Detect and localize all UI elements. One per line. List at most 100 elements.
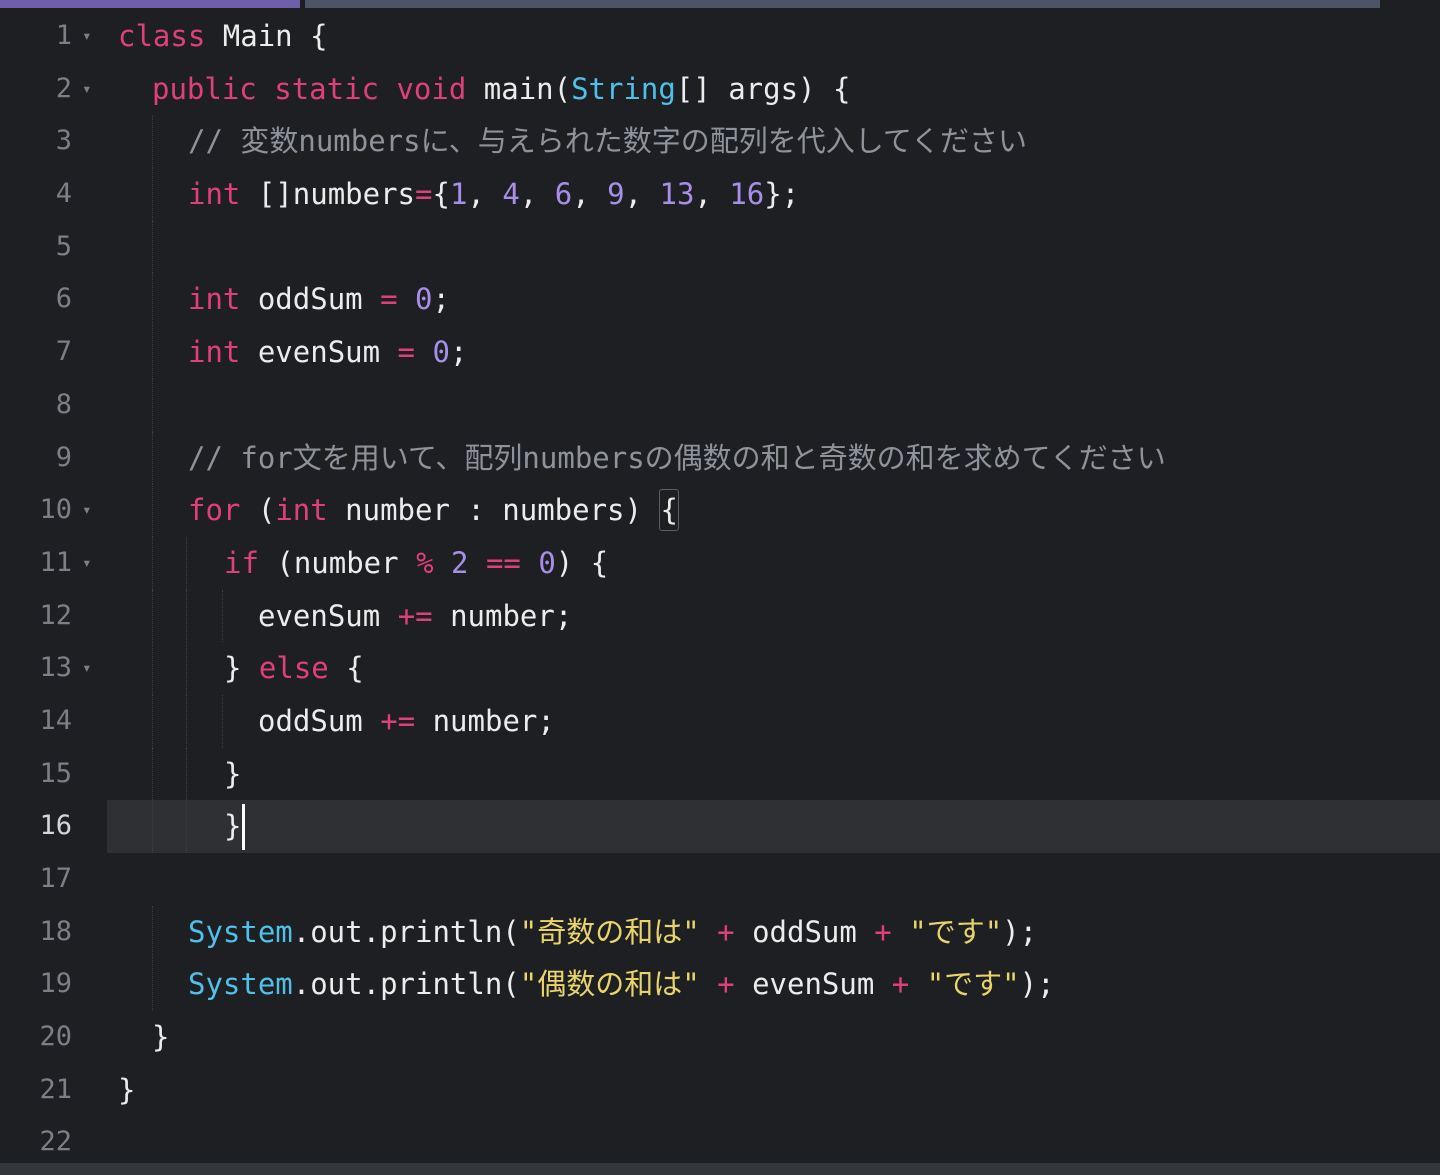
- code-text[interactable]: for (int number : numbers) {: [188, 484, 679, 537]
- code-text[interactable]: evenSum += number;: [258, 590, 572, 643]
- code-line[interactable]: 3 // 変数numbersに、与えられた数字の配列を代入してください: [0, 115, 1440, 169]
- code-token: String: [571, 71, 676, 106]
- indent-guide: [152, 589, 154, 643]
- code-line[interactable]: 16}: [0, 800, 1440, 853]
- code-line[interactable]: 20}: [0, 1011, 1440, 1064]
- code-line[interactable]: 1 ▾ class Main {: [0, 10, 1440, 63]
- code-text[interactable]: // 変数numbersに、与えられた数字の配列を代入してください: [188, 115, 1027, 168]
- line-number: 14: [39, 704, 72, 736]
- indent-guide: [152, 642, 154, 695]
- code-text[interactable]: }: [224, 800, 241, 853]
- fold-arrow-icon[interactable]: ▾: [82, 63, 98, 115]
- code-token: main(: [466, 71, 572, 106]
- code-token: System: [188, 967, 293, 1002]
- text-cursor: [242, 804, 245, 851]
- line-number: 5: [55, 230, 72, 262]
- code-line[interactable]: 6 int oddSum = 0;: [0, 273, 1440, 327]
- fold-arrow-icon[interactable]: ▾: [82, 537, 98, 589]
- code-line[interactable]: 18 System.out.println("奇数の和は" + oddSum + …: [0, 905, 1440, 959]
- code-token: number;: [432, 598, 573, 633]
- code-token: 16: [729, 177, 765, 212]
- code-token: {: [328, 651, 364, 686]
- code-line[interactable]: 2 ▾ public static void main(String[] args)…: [0, 63, 1440, 116]
- indent-guide: [152, 958, 154, 1012]
- fold-arrow-icon[interactable]: ▾: [82, 10, 98, 62]
- code-token: if: [224, 545, 259, 580]
- code-token: number : numbers): [327, 493, 660, 528]
- code-text[interactable]: int []numbers={1, 4, 6, 9, 13, 16};: [188, 168, 799, 221]
- code-line[interactable]: 14 oddSum += number;: [0, 694, 1440, 748]
- code-token: "です": [909, 914, 1003, 949]
- code-text[interactable]: System.out.println("偶数の和は" + evenSum + "…: [188, 958, 1055, 1011]
- code-line[interactable]: 22: [0, 1116, 1440, 1169]
- code-token: // for文を用いて、配列numbersの偶数の和と奇数の和を求めてください: [188, 440, 1166, 475]
- indent-guide: [152, 694, 154, 748]
- code-token: +: [717, 967, 735, 1002]
- code-line[interactable]: 21}: [0, 1064, 1440, 1117]
- code-line[interactable]: 13 ▾} else {: [0, 642, 1440, 695]
- code-token: int: [275, 493, 328, 528]
- code-line[interactable]: 12 evenSum += number;: [0, 589, 1440, 643]
- code-text[interactable]: // for文を用いて、配列numbersの偶数の和と奇数の和を求めてください: [188, 432, 1166, 485]
- code-token: int: [188, 282, 241, 317]
- code-token: ,: [467, 177, 503, 212]
- code-token: evenSum: [258, 598, 398, 633]
- code-line[interactable]: 17: [0, 853, 1440, 906]
- fold-arrow-icon[interactable]: ▾: [82, 484, 98, 536]
- line-number: 17: [39, 863, 72, 894]
- code-line[interactable]: 7 int evenSum = 0;: [0, 326, 1440, 379]
- line-number: 7: [55, 336, 72, 368]
- code-text[interactable]: public static void main(String[] args) {: [152, 63, 850, 116]
- code-token: .out.println(: [292, 967, 520, 1002]
- line-number: 6: [55, 283, 72, 315]
- code-token: (: [240, 493, 276, 528]
- code-text[interactable]: }: [118, 1064, 135, 1117]
- code-text[interactable]: oddSum += number;: [258, 695, 555, 748]
- code-line[interactable]: 19 System.out.println("偶数の和は" + evenSum +…: [0, 958, 1440, 1012]
- indent-guide: [186, 642, 188, 695]
- code-lines[interactable]: 1 ▾ class Main {2 ▾ public static void main(…: [0, 10, 1440, 1169]
- code-line[interactable]: 9 // for文を用いて、配列numbersの偶数の和と奇数の和を求めてください: [0, 431, 1440, 485]
- code-text[interactable]: if (number % 2 == 0) {: [224, 537, 608, 590]
- code-text[interactable]: int evenSum = 0;: [188, 326, 467, 379]
- code-line[interactable]: 5: [0, 220, 1440, 274]
- code-text[interactable]: int oddSum = 0;: [188, 273, 450, 326]
- horizontal-scrollbar[interactable]: [305, 0, 1380, 8]
- code-text[interactable]: System.out.println("奇数の和は" + oddSum + "で…: [188, 906, 1037, 959]
- code-text[interactable]: class Main {: [118, 10, 328, 63]
- code-token: +: [874, 914, 892, 949]
- indent-guide: [152, 747, 154, 801]
- indent-guide: [152, 800, 154, 853]
- indent-guide: [152, 905, 154, 959]
- code-token: }: [224, 809, 242, 844]
- editor-tab-bar: [0, 0, 1440, 8]
- code-line[interactable]: 10 ▾ for (int number : numbers) {: [0, 484, 1440, 537]
- code-text[interactable]: }: [224, 748, 241, 801]
- indent-guide: [152, 115, 154, 169]
- fold-arrow-icon[interactable]: ▾: [82, 642, 98, 694]
- indent-guide: [152, 220, 154, 274]
- code-text[interactable]: } else {: [224, 642, 364, 695]
- bottom-scrollbar[interactable]: [0, 1163, 1440, 1175]
- indent-guide: [186, 800, 188, 853]
- indent-guide: [152, 431, 154, 485]
- code-line[interactable]: 11 ▾ if (number % 2 == 0) {: [0, 536, 1440, 590]
- code-token: oddSum: [258, 703, 381, 738]
- code-text[interactable]: }: [152, 1011, 169, 1064]
- code-token: "です": [926, 967, 1020, 1002]
- code-editor[interactable]: 1 ▾ class Main {2 ▾ public static void main(…: [0, 0, 1440, 1175]
- code-token: void: [396, 71, 467, 106]
- line-number: 19: [39, 968, 72, 1000]
- code-line[interactable]: 15}: [0, 747, 1440, 801]
- indent-guide: [222, 589, 224, 643]
- code-line[interactable]: 8: [0, 378, 1440, 432]
- code-token: 1: [449, 177, 468, 212]
- active-tab-indicator[interactable]: [0, 0, 300, 8]
- code-line[interactable]: 4 int []numbers={1, 4, 6, 9, 13, 16};: [0, 168, 1440, 221]
